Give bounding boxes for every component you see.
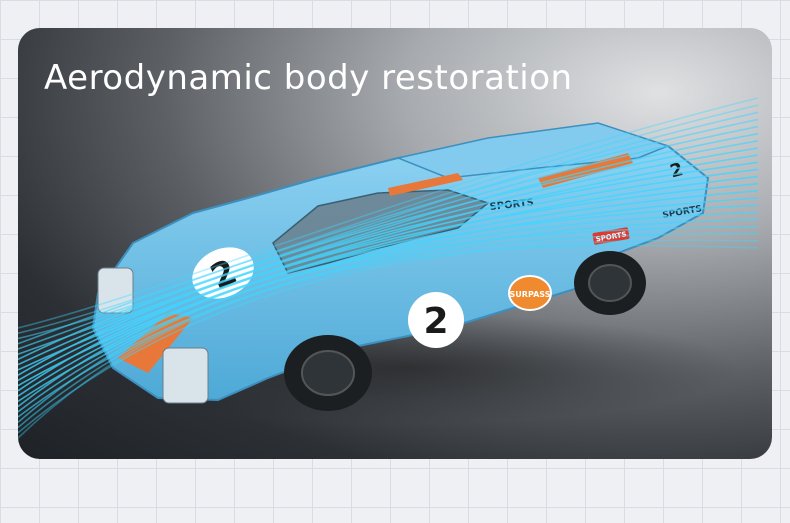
surpass-badge-text: SURPASS bbox=[510, 290, 551, 299]
feature-card: 2 2 2 SURPASS SPORTS SPORTS SPORTS Aerod… bbox=[18, 28, 772, 459]
headline: Aerodynamic body restoration bbox=[44, 58, 573, 98]
front-wheel bbox=[284, 335, 372, 411]
side-number-text: 2 bbox=[423, 301, 448, 342]
side-number-roundel: 2 bbox=[408, 292, 464, 348]
surpass-badge: SURPASS bbox=[508, 275, 552, 311]
rear-wheel bbox=[574, 251, 646, 315]
